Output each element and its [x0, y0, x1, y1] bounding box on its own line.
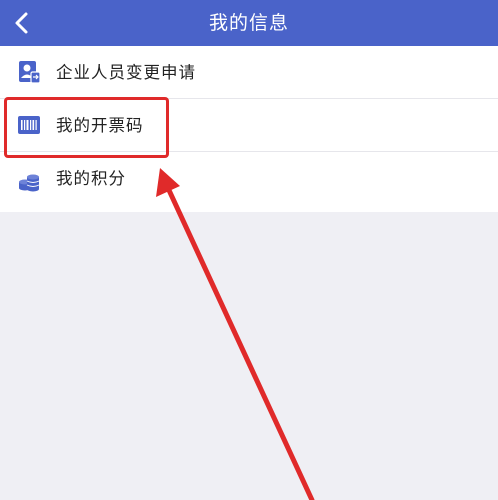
menu-item-label: 我的积分 [56, 169, 126, 188]
menu-item-points[interactable]: 我的积分 [0, 152, 498, 212]
menu-item-personnel-change[interactable]: 企业人员变更申请 [0, 46, 498, 99]
person-change-icon [16, 59, 42, 85]
menu-item-label: 企业人员变更申请 [56, 63, 196, 82]
highlight-box [4, 97, 169, 158]
page-title: 我的信息 [208, 12, 289, 34]
header-bar: 我的信息 [0, 0, 498, 46]
coins-icon [16, 169, 42, 195]
